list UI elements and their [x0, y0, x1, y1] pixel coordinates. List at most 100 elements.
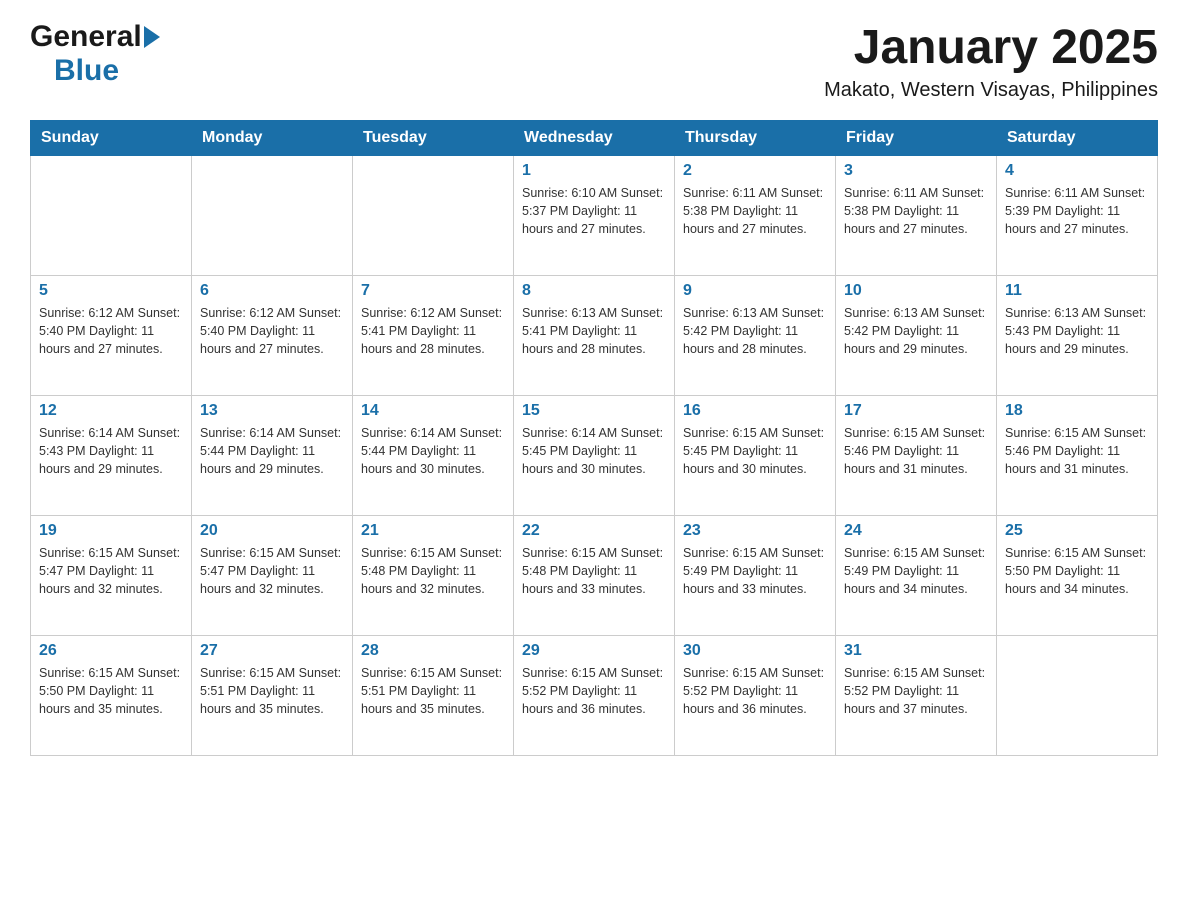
day-number: 16 — [683, 402, 827, 420]
calendar-week-row: 12 Sunrise: 6:14 AM Sunset: 5:43 PM Dayli… — [31, 396, 1158, 516]
page-header: General Blue January 2025 Makato, Wester… — [30, 20, 1158, 102]
day-number: 25 — [1005, 522, 1149, 540]
logo: General Blue — [30, 20, 160, 88]
day-info: Sunrise: 6:14 AM Sunset: 5:44 PM Dayligh… — [361, 424, 505, 478]
day-number: 24 — [844, 522, 988, 540]
day-of-week-header: Monday — [192, 121, 353, 156]
day-number: 31 — [844, 642, 988, 660]
day-number: 17 — [844, 402, 988, 420]
day-info: Sunrise: 6:15 AM Sunset: 5:52 PM Dayligh… — [844, 664, 988, 718]
day-info: Sunrise: 6:15 AM Sunset: 5:47 PM Dayligh… — [39, 544, 183, 598]
day-of-week-header: Thursday — [675, 121, 836, 156]
day-number: 22 — [522, 522, 666, 540]
calendar-header-row: SundayMondayTuesdayWednesdayThursdayFrid… — [31, 121, 1158, 156]
day-number: 28 — [361, 642, 505, 660]
day-number: 21 — [361, 522, 505, 540]
day-info: Sunrise: 6:15 AM Sunset: 5:50 PM Dayligh… — [39, 664, 183, 718]
day-number: 23 — [683, 522, 827, 540]
day-info: Sunrise: 6:14 AM Sunset: 5:43 PM Dayligh… — [39, 424, 183, 478]
day-info: Sunrise: 6:13 AM Sunset: 5:43 PM Dayligh… — [1005, 304, 1149, 358]
calendar-cell — [31, 156, 192, 276]
day-number: 20 — [200, 522, 344, 540]
calendar-cell: 3 Sunrise: 6:11 AM Sunset: 5:38 PM Daylig… — [836, 156, 997, 276]
calendar-cell: 4Sunrise: 6:11 AM Sunset: 5:39 PM Daylig… — [997, 156, 1158, 276]
calendar-cell: 22 Sunrise: 6:15 AM Sunset: 5:48 PM Dayli… — [514, 516, 675, 636]
calendar-cell: 28 Sunrise: 6:15 AM Sunset: 5:51 PM Dayli… — [353, 636, 514, 756]
day-number: 9 — [683, 282, 827, 300]
calendar-cell: 13 Sunrise: 6:14 AM Sunset: 5:44 PM Dayli… — [192, 396, 353, 516]
calendar-week-row: 19 Sunrise: 6:15 AM Sunset: 5:47 PM Dayli… — [31, 516, 1158, 636]
day-of-week-header: Friday — [836, 121, 997, 156]
calendar-cell: 15 Sunrise: 6:14 AM Sunset: 5:45 PM Dayli… — [514, 396, 675, 516]
calendar-cell: 14 Sunrise: 6:14 AM Sunset: 5:44 PM Dayli… — [353, 396, 514, 516]
day-info: Sunrise: 6:15 AM Sunset: 5:49 PM Dayligh… — [683, 544, 827, 598]
day-number: 4 — [1005, 162, 1149, 180]
calendar-cell: 24 Sunrise: 6:15 AM Sunset: 5:49 PM Dayli… — [836, 516, 997, 636]
day-info: Sunrise: 6:15 AM Sunset: 5:52 PM Dayligh… — [522, 664, 666, 718]
day-of-week-header: Wednesday — [514, 121, 675, 156]
day-number: 15 — [522, 402, 666, 420]
day-number: 19 — [39, 522, 183, 540]
calendar-cell: 5 Sunrise: 6:12 AM Sunset: 5:40 PM Daylig… — [31, 276, 192, 396]
calendar-cell: 7 Sunrise: 6:12 AM Sunset: 5:41 PM Daylig… — [353, 276, 514, 396]
day-info: Sunrise: 6:12 AM Sunset: 5:40 PM Dayligh… — [39, 304, 183, 358]
day-number: 6 — [200, 282, 344, 300]
calendar-cell: 1Sunrise: 6:10 AM Sunset: 5:37 PM Daylig… — [514, 156, 675, 276]
day-number: 30 — [683, 642, 827, 660]
month-year-title: January 2025 — [824, 20, 1158, 75]
day-number: 7 — [361, 282, 505, 300]
day-info: Sunrise: 6:10 AM Sunset: 5:37 PM Dayligh… — [522, 184, 666, 238]
day-info: Sunrise: 6:15 AM Sunset: 5:48 PM Dayligh… — [361, 544, 505, 598]
day-info: Sunrise: 6:15 AM Sunset: 5:45 PM Dayligh… — [683, 424, 827, 478]
logo-general-text: General — [30, 20, 142, 54]
location-subtitle: Makato, Western Visayas, Philippines — [824, 79, 1158, 102]
day-info: Sunrise: 6:13 AM Sunset: 5:41 PM Dayligh… — [522, 304, 666, 358]
day-info: Sunrise: 6:12 AM Sunset: 5:40 PM Dayligh… — [200, 304, 344, 358]
calendar-cell — [997, 636, 1158, 756]
day-info: Sunrise: 6:15 AM Sunset: 5:52 PM Dayligh… — [683, 664, 827, 718]
day-of-week-header: Saturday — [997, 121, 1158, 156]
calendar-cell: 9 Sunrise: 6:13 AM Sunset: 5:42 PM Daylig… — [675, 276, 836, 396]
day-number: 18 — [1005, 402, 1149, 420]
day-info: Sunrise: 6:14 AM Sunset: 5:45 PM Dayligh… — [522, 424, 666, 478]
calendar-cell — [353, 156, 514, 276]
day-number: 10 — [844, 282, 988, 300]
calendar-week-row: 26Sunrise: 6:15 AM Sunset: 5:50 PM Dayli… — [31, 636, 1158, 756]
calendar-cell: 19 Sunrise: 6:15 AM Sunset: 5:47 PM Dayli… — [31, 516, 192, 636]
day-number: 14 — [361, 402, 505, 420]
day-number: 29 — [522, 642, 666, 660]
calendar-cell: 11Sunrise: 6:13 AM Sunset: 5:43 PM Dayli… — [997, 276, 1158, 396]
calendar-cell: 17Sunrise: 6:15 AM Sunset: 5:46 PM Dayli… — [836, 396, 997, 516]
calendar-cell: 2Sunrise: 6:11 AM Sunset: 5:38 PM Daylig… — [675, 156, 836, 276]
calendar-week-row: 1Sunrise: 6:10 AM Sunset: 5:37 PM Daylig… — [31, 156, 1158, 276]
day-number: 12 — [39, 402, 183, 420]
day-info: Sunrise: 6:12 AM Sunset: 5:41 PM Dayligh… — [361, 304, 505, 358]
day-of-week-header: Tuesday — [353, 121, 514, 156]
calendar-cell: 25Sunrise: 6:15 AM Sunset: 5:50 PM Dayli… — [997, 516, 1158, 636]
day-info: Sunrise: 6:15 AM Sunset: 5:48 PM Dayligh… — [522, 544, 666, 598]
calendar-table: SundayMondayTuesdayWednesdayThursdayFrid… — [30, 120, 1158, 756]
day-info: Sunrise: 6:15 AM Sunset: 5:49 PM Dayligh… — [844, 544, 988, 598]
calendar-cell: 12 Sunrise: 6:14 AM Sunset: 5:43 PM Dayli… — [31, 396, 192, 516]
calendar-cell: 29 Sunrise: 6:15 AM Sunset: 5:52 PM Dayli… — [514, 636, 675, 756]
logo-arrow-icon — [144, 26, 160, 48]
day-number: 5 — [39, 282, 183, 300]
day-info: Sunrise: 6:13 AM Sunset: 5:42 PM Dayligh… — [683, 304, 827, 358]
calendar-cell: 27 Sunrise: 6:15 AM Sunset: 5:51 PM Dayli… — [192, 636, 353, 756]
day-info: Sunrise: 6:15 AM Sunset: 5:51 PM Dayligh… — [200, 664, 344, 718]
day-number: 3 — [844, 162, 988, 180]
calendar-cell: 26Sunrise: 6:15 AM Sunset: 5:50 PM Dayli… — [31, 636, 192, 756]
day-info: Sunrise: 6:14 AM Sunset: 5:44 PM Dayligh… — [200, 424, 344, 478]
calendar-week-row: 5 Sunrise: 6:12 AM Sunset: 5:40 PM Daylig… — [31, 276, 1158, 396]
calendar-cell: 6 Sunrise: 6:12 AM Sunset: 5:40 PM Daylig… — [192, 276, 353, 396]
day-info: Sunrise: 6:15 AM Sunset: 5:51 PM Dayligh… — [361, 664, 505, 718]
day-number: 27 — [200, 642, 344, 660]
day-info: Sunrise: 6:11 AM Sunset: 5:38 PM Dayligh… — [683, 184, 827, 238]
day-number: 13 — [200, 402, 344, 420]
calendar-cell: 21 Sunrise: 6:15 AM Sunset: 5:48 PM Dayli… — [353, 516, 514, 636]
calendar-cell: 20 Sunrise: 6:15 AM Sunset: 5:47 PM Dayli… — [192, 516, 353, 636]
calendar-cell: 31 Sunrise: 6:15 AM Sunset: 5:52 PM Dayli… — [836, 636, 997, 756]
day-info: Sunrise: 6:13 AM Sunset: 5:42 PM Dayligh… — [844, 304, 988, 358]
day-info: Sunrise: 6:11 AM Sunset: 5:38 PM Dayligh… — [844, 184, 988, 238]
day-info: Sunrise: 6:15 AM Sunset: 5:47 PM Dayligh… — [200, 544, 344, 598]
